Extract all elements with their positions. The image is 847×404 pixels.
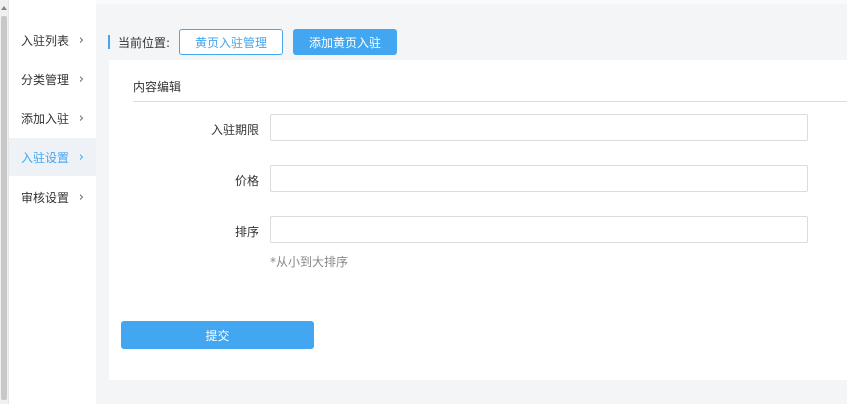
sidebar-item-category[interactable]: 分类管理 › [9, 60, 96, 98]
sort-hint: *从小到大排序 [270, 255, 349, 269]
sidebar-item-add-join[interactable]: 添加入驻 › [9, 99, 96, 137]
breadcrumb-label: 当前位置: [118, 35, 171, 50]
sidebar-scrollbar[interactable] [0, 0, 9, 404]
top-divider [96, 0, 847, 4]
sidebar-item-label: 添加入驻 [21, 111, 70, 126]
price-input[interactable] [270, 165, 808, 192]
sidebar-item-join-list[interactable]: 入驻列表 › [9, 21, 96, 59]
breadcrumb: 当前位置: 黄页入驻管理 添加黄页入驻 [108, 28, 398, 56]
scroll-up-icon[interactable] [1, 6, 7, 10]
price-label: 价格 [234, 174, 259, 188]
panel-title: 内容编辑 [133, 80, 182, 94]
sidebar-item-label: 入驻设置 [21, 150, 70, 165]
submit-button[interactable]: 提交 [121, 321, 314, 349]
sidebar-item-label: 分类管理 [21, 72, 70, 87]
scrollbar-thumb[interactable] [1, 16, 7, 400]
sidebar-item-label: 入驻列表 [21, 33, 70, 48]
sort-label: 排序 [234, 225, 259, 239]
chevron-right-icon: › [78, 149, 84, 165]
panel-divider [133, 101, 847, 102]
chevron-right-icon: › [78, 71, 84, 87]
sidebar: 入驻列表 › 分类管理 › 添加入驻 › 入驻设置 › 审核设置 › [9, 0, 96, 404]
yellow-pages-management-button[interactable]: 黄页入驻管理 [179, 29, 284, 55]
content-panel: 内容编辑 入驻期限 价格 排序 *从小到大排序 提交 [109, 60, 847, 380]
period-label: 入驻期限 [210, 123, 259, 137]
add-yellow-pages-join-button[interactable]: 添加黄页入驻 [293, 29, 398, 55]
sidebar-item-review-settings[interactable]: 审核设置 › [9, 178, 96, 216]
sidebar-item-label: 审核设置 [21, 190, 70, 205]
sidebar-item-join-settings[interactable]: 入驻设置 › [9, 138, 96, 176]
sort-input[interactable] [270, 216, 808, 243]
chevron-right-icon: › [78, 189, 84, 205]
chevron-right-icon: › [78, 32, 84, 48]
chevron-right-icon: › [78, 110, 84, 126]
period-input[interactable] [270, 114, 808, 141]
breadcrumb-marker [108, 35, 110, 49]
